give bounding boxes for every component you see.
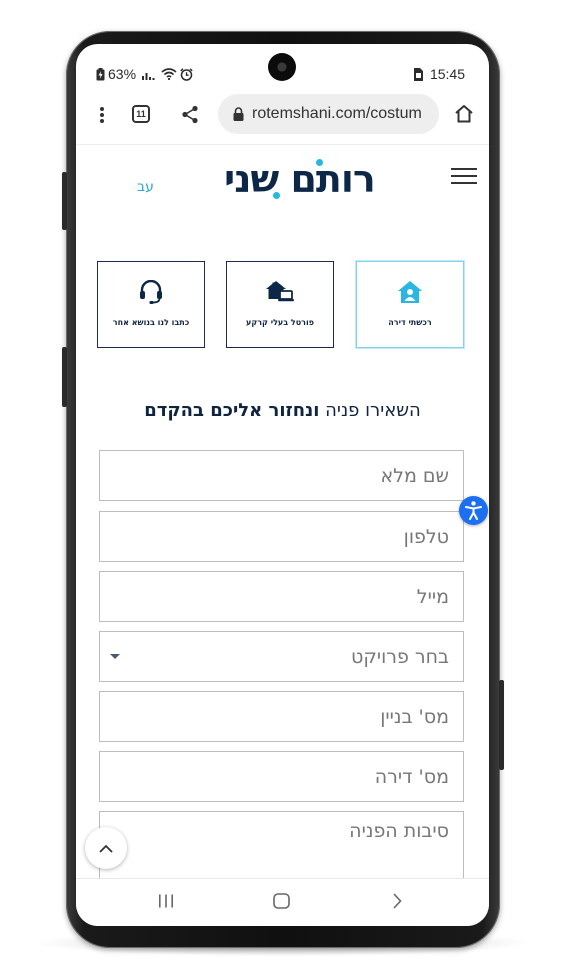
logo-dot — [273, 192, 280, 199]
accessibility-icon — [465, 501, 482, 520]
site-logo[interactable]: רותם שני — [76, 145, 489, 205]
card-purchased-apartment[interactable]: רכשתי דירה — [356, 261, 464, 348]
phone-screen: 63% 15:45 11 rotemshani.com/costum רותם … — [76, 44, 489, 926]
scroll-to-top-button[interactable] — [85, 827, 127, 869]
project-select-value: בחר פרויקט — [351, 645, 449, 668]
chevron-down-icon — [110, 654, 120, 659]
form-title-bold: ונחזור אליכם בהקדם — [144, 400, 320, 421]
card-icon-wrap — [227, 280, 333, 304]
card-label: כתבו לנו בנושא אחר — [112, 318, 190, 327]
recent-apps-icon[interactable] — [158, 893, 174, 909]
chevron-up-icon — [99, 844, 113, 853]
phone-field[interactable]: טלפון — [99, 511, 464, 562]
lock-icon — [233, 107, 244, 121]
tab-switcher-button[interactable]: 11 — [132, 105, 150, 123]
front-camera — [268, 53, 296, 81]
house-person-icon — [398, 281, 422, 303]
apartment-number-field[interactable]: מס' דירה — [99, 751, 464, 802]
form-title: השאירו פניה ונחזור אליכם בהקדם — [96, 400, 469, 421]
status-bar: 63% 15:45 — [76, 44, 489, 100]
apartment-number-placeholder: מס' דירה — [374, 765, 449, 788]
card-label: רכשתי דירה — [388, 318, 432, 327]
status-right: 15:45 — [412, 66, 465, 82]
phone-placeholder: טלפון — [403, 525, 449, 548]
house-laptop-icon — [266, 281, 294, 302]
building-number-placeholder: מס' בניין — [380, 705, 449, 728]
volume-button — [62, 172, 67, 230]
back-icon[interactable] — [392, 893, 402, 909]
address-bar[interactable]: rotemshani.com/costum — [218, 94, 439, 134]
alarm-icon — [180, 67, 193, 81]
full-name-field[interactable]: שם מלא — [99, 450, 464, 501]
home-button-icon[interactable] — [273, 893, 290, 909]
form-title-regular: השאירו פניה — [325, 400, 421, 421]
headset-icon — [140, 280, 162, 304]
power-button — [499, 680, 504, 770]
card-icon-wrap — [98, 280, 204, 304]
status-left: 63% — [96, 66, 193, 82]
battery-percent: 63% — [108, 66, 137, 82]
url-text: rotemshani.com/costum — [252, 105, 422, 122]
battery-icon — [96, 67, 105, 80]
bixby-button — [62, 347, 67, 407]
sim-icon — [413, 67, 423, 81]
accessibility-button[interactable] — [459, 496, 488, 525]
tab-count: 11 — [136, 109, 146, 119]
full-name-placeholder: שם מלא — [380, 464, 449, 487]
card-label: פורטל בעלי קרקע — [246, 318, 314, 327]
logo-dot — [316, 159, 323, 166]
language-switch[interactable]: עב — [137, 179, 154, 195]
wifi-icon — [161, 68, 177, 80]
more-vert-icon[interactable] — [99, 106, 105, 124]
reason-placeholder: סיבות הפניה — [349, 820, 449, 842]
card-landowners-portal[interactable]: פורטל בעלי קרקע — [226, 261, 334, 348]
email-placeholder: מייל — [416, 585, 449, 608]
signal-icon — [142, 73, 155, 80]
browser-toolbar: 11 rotemshani.com/costum — [76, 94, 489, 138]
card-other-topic[interactable]: כתבו לנו בנושא אחר — [97, 261, 205, 348]
building-number-field[interactable]: מס' בניין — [99, 691, 464, 742]
home-icon[interactable] — [454, 104, 474, 123]
email-field[interactable]: מייל — [99, 571, 464, 622]
clock: 15:45 — [429, 66, 465, 82]
share-icon[interactable] — [181, 105, 199, 124]
system-nav-bar — [76, 878, 489, 926]
project-select[interactable]: בחר פרויקט — [99, 631, 464, 682]
card-icon-wrap — [357, 280, 463, 304]
site-header: רותם שני עב — [76, 144, 489, 245]
logo-text: רותם שני — [224, 157, 376, 201]
